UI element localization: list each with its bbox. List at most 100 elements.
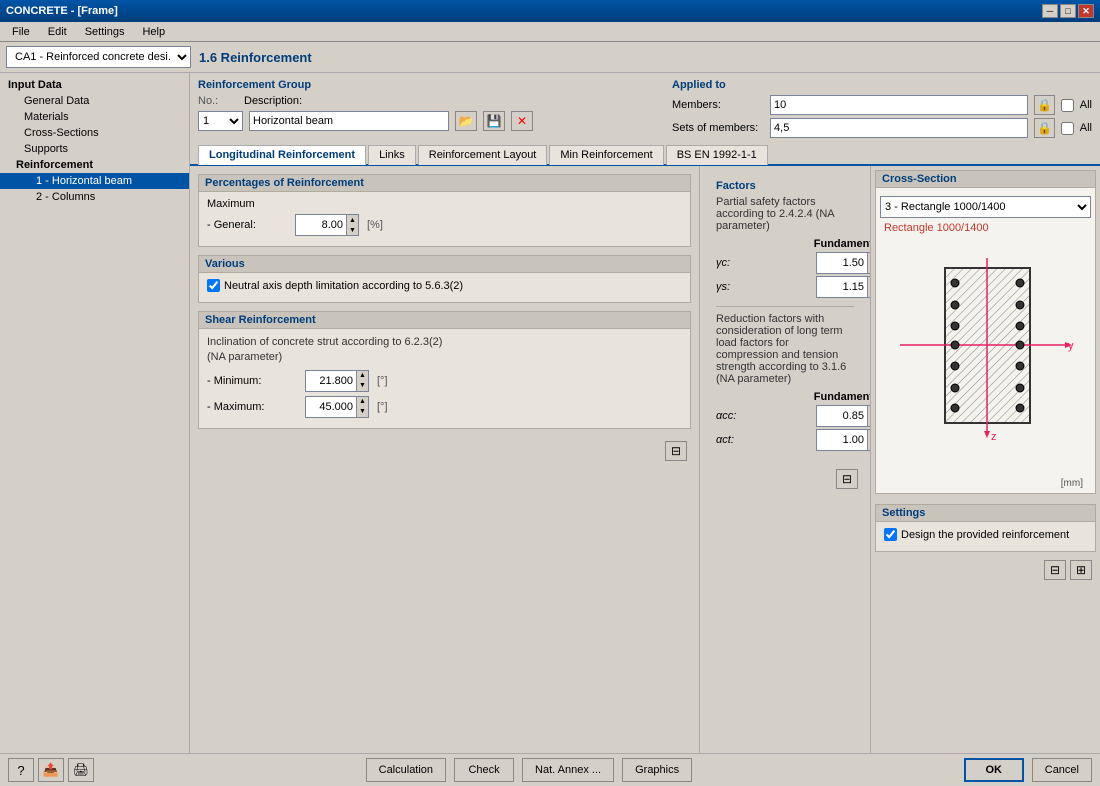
gamma-s-label: γs: [716, 281, 796, 293]
tabs-container: Longitudinal Reinforcement Links Reinfor… [190, 145, 1100, 166]
minimize-button[interactable]: ─ [1042, 4, 1058, 18]
shear-min-up[interactable]: ▲ [356, 371, 368, 381]
acc-fundamental-spinbox: ▲ ▼ [816, 405, 870, 427]
check-button[interactable]: Check [454, 758, 514, 782]
rg-delete-button[interactable]: ✕ [511, 111, 533, 131]
calculation-button[interactable]: Calculation [366, 758, 446, 782]
tab-links[interactable]: Links [368, 145, 416, 165]
shear-min-down[interactable]: ▼ [356, 381, 368, 391]
tab-layout[interactable]: Reinforcement Layout [418, 145, 548, 165]
bottom-center-buttons: Calculation Check Nat. Annex ... Graphic… [102, 758, 956, 782]
general-label: - General: [207, 219, 287, 231]
menu-settings[interactable]: Settings [77, 24, 133, 40]
left-icon-strip: ⊟ [198, 437, 691, 465]
export-button[interactable]: 📤 [38, 758, 64, 782]
sidebar-item-materials[interactable]: Materials [0, 109, 189, 125]
shear-min-row: - Minimum: ▲ ▼ [°] [207, 370, 682, 392]
far-right-icon-strip: ⊟ ⊞ [875, 556, 1096, 584]
members-all-checkbox[interactable] [1061, 99, 1074, 112]
sidebar-item-horizontal-beam[interactable]: 1 - Horizontal beam [0, 173, 189, 189]
tab-min-reinforcement[interactable]: Min Reinforcement [549, 145, 663, 165]
rg-save-button[interactable]: 💾 [483, 111, 505, 131]
gamma-s-fundamental-input[interactable] [817, 277, 867, 297]
tab-bs-en[interactable]: BS EN 1992-1-1 [666, 145, 768, 165]
neutral-axis-checkbox[interactable] [207, 279, 220, 292]
sets-input[interactable] [770, 118, 1028, 138]
sidebar-header: Input Data [0, 77, 189, 93]
right-table-button[interactable]: ⊟ [836, 469, 858, 489]
sets-pick-button[interactable]: 🔒 [1034, 118, 1054, 138]
menu-help[interactable]: Help [134, 24, 173, 40]
section-title: 1.6 Reinforcement [199, 50, 312, 65]
general-spin-down[interactable]: ▼ [346, 225, 358, 235]
rebar-dot [951, 301, 959, 309]
gamma-c-fundamental-input[interactable] [817, 253, 867, 273]
factors-grid-2: Fundamental Accidental Serviceability αc… [716, 391, 854, 451]
bottom-left-icons: ? 📤 🖨 [8, 758, 94, 782]
rebar-dot [1016, 404, 1024, 412]
left-content: Percentages of Reinforcement Maximum - G… [190, 166, 700, 753]
z-arrow [984, 431, 990, 438]
acc-fundamental-wrap: ▲ ▼ [798, 405, 870, 427]
cross-section-panel: Cross-Section 3 - Rectangle 1000/1400 Re… [870, 166, 1100, 753]
tab-content: Percentages of Reinforcement Maximum - G… [190, 166, 1100, 753]
print-button[interactable]: 🖨 [68, 758, 94, 782]
window-title: CONCRETE - [Frame] [6, 5, 118, 17]
sidebar-item-reinforcement[interactable]: Reinforcement [0, 157, 189, 173]
description-label: Description: [244, 95, 374, 107]
acc-fundamental-input[interactable] [817, 406, 867, 426]
rebar-dot [951, 341, 959, 349]
shear-max-up[interactable]: ▲ [356, 397, 368, 407]
sidebar-item-supports[interactable]: Supports [0, 141, 189, 157]
menu-edit[interactable]: Edit [40, 24, 75, 40]
ca-select[interactable]: CA1 - Reinforced concrete desi... [6, 46, 191, 68]
main-panel: Reinforcement Group No.: Description: 1 … [190, 73, 1100, 753]
graphics-button[interactable]: Graphics [622, 758, 692, 782]
cs-expand-button[interactable]: ⊞ [1070, 560, 1092, 580]
max-label-row: Maximum [207, 198, 682, 210]
shear-min-input[interactable] [306, 371, 356, 391]
sidebar-item-cross-sections[interactable]: Cross-Sections [0, 125, 189, 141]
general-value-input[interactable] [296, 215, 346, 235]
shear-max-input[interactable] [306, 397, 356, 417]
alpha-ct-label: αct: [716, 434, 796, 446]
menu-file[interactable]: File [4, 24, 38, 40]
table-view-button[interactable]: ⊟ [665, 441, 687, 461]
maximize-button[interactable]: □ [1060, 4, 1076, 18]
rebar-dot [1016, 362, 1024, 370]
members-input[interactable] [770, 95, 1028, 115]
rebar-dot [951, 279, 959, 287]
rg-no-select[interactable]: 1 [198, 111, 243, 131]
act-fundamental-spinbox: ▲ ▼ [816, 429, 870, 451]
act-fundamental-input[interactable] [817, 430, 867, 450]
rg-description-input[interactable] [249, 111, 449, 131]
settings-content: Design the provided reinforcement [876, 522, 1095, 551]
rebar-dot [1016, 322, 1024, 330]
ok-button[interactable]: OK [964, 758, 1024, 782]
sets-all-checkbox[interactable] [1061, 122, 1074, 135]
tab-longitudinal[interactable]: Longitudinal Reinforcement [198, 145, 366, 165]
cancel-button[interactable]: Cancel [1032, 758, 1092, 782]
neutral-axis-row: Neutral axis depth limitation according … [207, 279, 682, 292]
shear-max-down[interactable]: ▼ [356, 407, 368, 417]
general-spinbox: ▲ ▼ [295, 214, 359, 236]
nat-annex-button[interactable]: Nat. Annex ... [522, 758, 614, 782]
col2-fundamental: Fundamental [798, 391, 870, 403]
general-spin-up[interactable]: ▲ [346, 215, 358, 225]
members-row: Members: 🔒 All [672, 95, 1092, 115]
close-button[interactable]: ✕ [1078, 4, 1094, 18]
design-provided-checkbox[interactable] [884, 528, 897, 541]
sidebar: Input Data General Data Materials Cross-… [0, 73, 190, 753]
sidebar-item-columns[interactable]: 2 - Columns [0, 189, 189, 205]
content-area: Input Data General Data Materials Cross-… [0, 73, 1100, 753]
members-pick-button[interactable]: 🔒 [1034, 95, 1054, 115]
cross-section-select[interactable]: 3 - Rectangle 1000/1400 [880, 196, 1091, 218]
rg-inputs-row: 1 📂 💾 ✕ [198, 111, 652, 131]
reinforcement-group-section: Reinforcement Group No.: Description: 1 … [190, 73, 1100, 145]
rg-open-button[interactable]: 📂 [455, 111, 477, 131]
title-bar: CONCRETE - [Frame] ─ □ ✕ [0, 0, 1100, 22]
help-button[interactable]: ? [8, 758, 34, 782]
sidebar-item-general-data[interactable]: General Data [0, 93, 189, 109]
bottom-right-buttons: OK Cancel [964, 758, 1092, 782]
cs-table-button[interactable]: ⊟ [1044, 560, 1066, 580]
